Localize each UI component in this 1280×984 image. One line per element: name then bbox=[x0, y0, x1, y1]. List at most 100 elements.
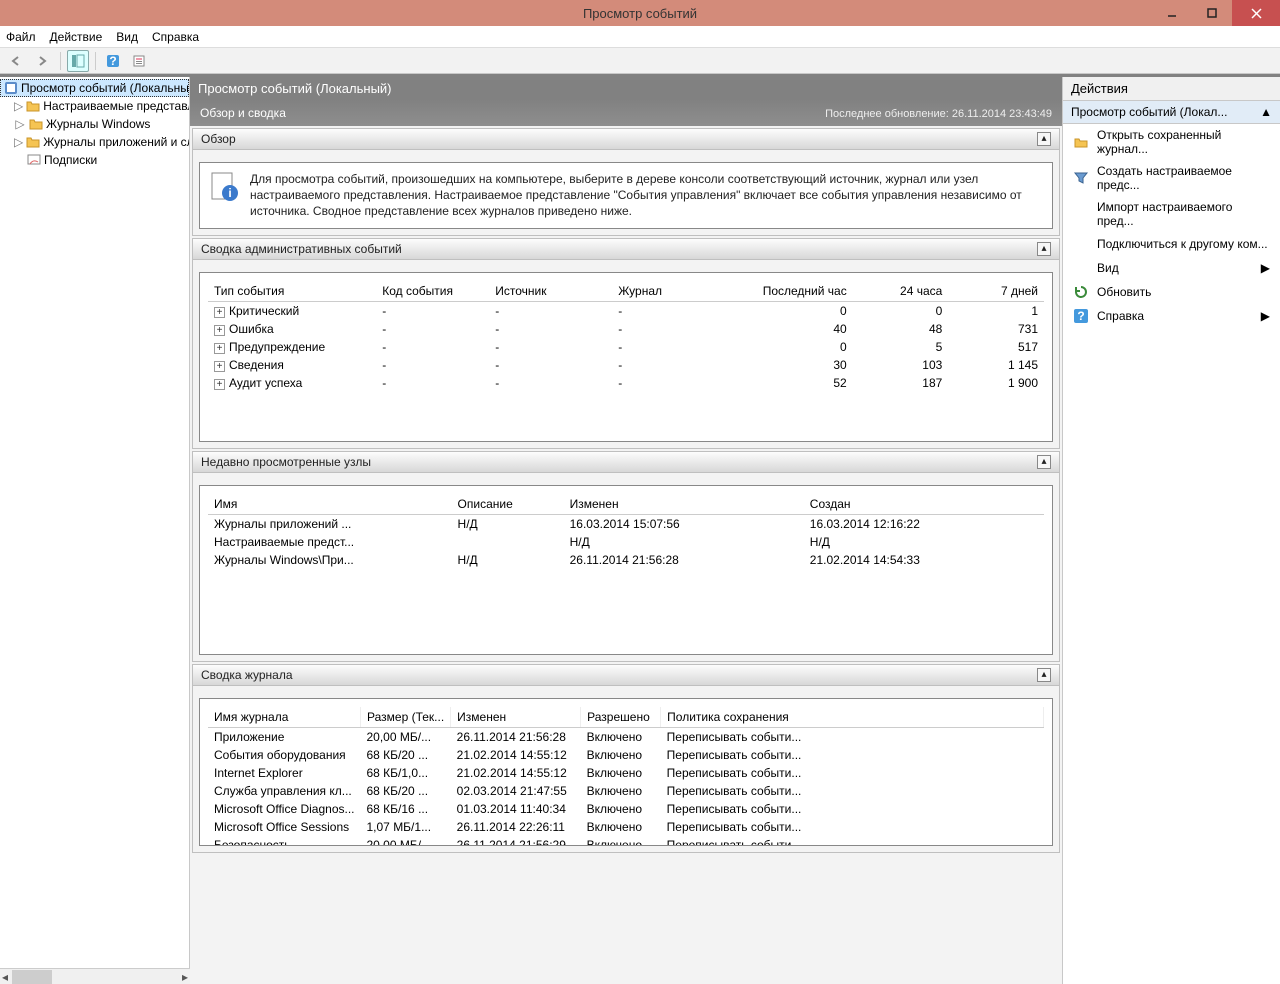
svg-text:i: i bbox=[228, 186, 231, 200]
submenu-arrow-icon: ▶ bbox=[1261, 261, 1270, 275]
expand-plus-icon[interactable]: + bbox=[214, 379, 225, 390]
menu-action[interactable]: Действие bbox=[50, 30, 103, 44]
col-24h[interactable]: 24 часа bbox=[853, 281, 949, 302]
toolbar-showtree[interactable] bbox=[67, 50, 89, 72]
table-row[interactable]: +Сведения---301031 145 bbox=[208, 356, 1044, 374]
table-row[interactable]: Настраиваемые предст...Н/ДН/Д bbox=[208, 533, 1044, 551]
col-enabled[interactable]: Разрешено bbox=[581, 707, 661, 728]
tree-app-logs[interactable]: ▷ Журналы приложений и служб bbox=[0, 133, 189, 151]
tree-label: Подписки bbox=[44, 153, 97, 167]
close-button[interactable] bbox=[1232, 0, 1280, 26]
event-viewer-icon bbox=[3, 80, 19, 96]
table-row[interactable]: +Критический---001 bbox=[208, 301, 1044, 320]
tree-scrollbar[interactable]: ◂▸ bbox=[0, 968, 190, 984]
table-row[interactable]: +Ошибка---4048731 bbox=[208, 320, 1044, 338]
action-create-custom-view[interactable]: Создать настраиваемое предс... bbox=[1063, 160, 1280, 196]
table-row[interactable]: Журналы Windows\При...Н/Д26.11.2014 21:5… bbox=[208, 551, 1044, 569]
collapse-icon[interactable]: ▴ bbox=[1037, 668, 1051, 682]
table-row[interactable]: Internet Explorer68 КБ/1,0...21.02.2014 … bbox=[208, 764, 1044, 782]
col-desc[interactable]: Описание bbox=[452, 494, 564, 515]
tree-subscriptions[interactable]: Подписки bbox=[0, 151, 189, 169]
log-table-container[interactable]: Имя журнала Размер (Тек... Изменен Разре… bbox=[199, 698, 1053, 846]
blank-icon bbox=[1073, 236, 1089, 252]
titlebar: Просмотр событий bbox=[0, 0, 1280, 26]
col-log[interactable]: Журнал bbox=[612, 281, 721, 302]
col-eventid[interactable]: Код события bbox=[376, 281, 489, 302]
menu-view[interactable]: Вид bbox=[116, 30, 138, 44]
table-row[interactable]: Приложение20,00 МБ/...26.11.2014 21:56:2… bbox=[208, 727, 1044, 746]
col-source[interactable]: Источник bbox=[489, 281, 612, 302]
action-label: Вид bbox=[1097, 261, 1119, 275]
filter-icon bbox=[1073, 170, 1089, 186]
folder-icon bbox=[28, 116, 44, 132]
action-label: Обновить bbox=[1097, 285, 1151, 299]
tree-label: Журналы приложений и служб bbox=[43, 135, 189, 149]
expand-plus-icon[interactable]: + bbox=[214, 361, 225, 372]
table-row[interactable]: Microsoft Office Sessions1,07 МБ/1...26.… bbox=[208, 818, 1044, 836]
collapse-icon[interactable]: ▴ bbox=[1037, 455, 1051, 469]
col-7d[interactable]: 7 дней bbox=[948, 281, 1044, 302]
action-import-custom-view[interactable]: Импорт настраиваемого пред... bbox=[1063, 196, 1280, 232]
expand-plus-icon[interactable]: + bbox=[214, 325, 225, 336]
action-label: Справка bbox=[1097, 309, 1144, 323]
expand-icon[interactable]: ▷ bbox=[14, 99, 23, 113]
tree-root[interactable]: Просмотр событий (Локальный) bbox=[0, 79, 189, 97]
minimize-button[interactable] bbox=[1152, 0, 1192, 26]
table-row[interactable]: Служба управления кл...68 КБ/20 ...02.03… bbox=[208, 782, 1044, 800]
overview-title: Обзор bbox=[201, 132, 236, 146]
collapse-up-icon[interactable]: ▲ bbox=[1260, 105, 1272, 119]
table-row[interactable]: Журналы приложений ...Н/Д16.03.2014 15:0… bbox=[208, 514, 1044, 533]
table-row[interactable]: Microsoft Office Diagnos...68 КБ/16 ...0… bbox=[208, 800, 1044, 818]
blank-icon bbox=[1073, 260, 1089, 276]
col-policy[interactable]: Политика сохранения bbox=[661, 707, 1044, 728]
tree-root-label: Просмотр событий (Локальный) bbox=[21, 81, 189, 95]
action-connect-computer[interactable]: Подключиться к другому ком... bbox=[1063, 232, 1280, 256]
expand-icon[interactable]: ▷ bbox=[14, 117, 26, 131]
actions-context[interactable]: Просмотр событий (Локал... ▲ bbox=[1063, 101, 1280, 124]
menu-file[interactable]: Файл bbox=[6, 30, 36, 44]
col-modified[interactable]: Изменен bbox=[451, 707, 581, 728]
admin-header[interactable]: Сводка административных событий ▴ bbox=[193, 239, 1059, 260]
col-logname[interactable]: Имя журнала bbox=[208, 707, 361, 728]
expand-plus-icon[interactable]: + bbox=[214, 343, 225, 354]
tree-windows-logs[interactable]: ▷ Журналы Windows bbox=[0, 115, 189, 133]
menu-help[interactable]: Справка bbox=[152, 30, 199, 44]
action-refresh[interactable]: Обновить bbox=[1063, 280, 1280, 304]
recent-header[interactable]: Недавно просмотренные узлы ▴ bbox=[193, 452, 1059, 473]
toolbar-help[interactable]: ? bbox=[102, 50, 124, 72]
recent-title: Недавно просмотренные узлы bbox=[201, 455, 371, 469]
col-name[interactable]: Имя bbox=[208, 494, 452, 515]
collapse-icon[interactable]: ▴ bbox=[1037, 242, 1051, 256]
expand-icon[interactable]: ▷ bbox=[14, 135, 23, 149]
logs-table: Имя журнала Размер (Тек... Изменен Разре… bbox=[208, 707, 1044, 846]
expand-plus-icon[interactable]: + bbox=[214, 307, 225, 318]
col-size[interactable]: Размер (Тек... bbox=[361, 707, 451, 728]
action-open-saved-log[interactable]: Открыть сохраненный журнал... bbox=[1063, 124, 1280, 160]
action-label: Открыть сохраненный журнал... bbox=[1097, 128, 1270, 156]
folder-icon bbox=[25, 98, 41, 114]
center-title-bar: Обзор и сводка Последнее обновление: 26.… bbox=[190, 100, 1062, 126]
action-help[interactable]: ?Справка▶ bbox=[1063, 304, 1280, 328]
col-type[interactable]: Тип события bbox=[208, 281, 376, 302]
table-row[interactable]: +Предупреждение---05517 bbox=[208, 338, 1044, 356]
tree-custom-views[interactable]: ▷ Настраиваемые представления bbox=[0, 97, 189, 115]
toolbar-forward[interactable] bbox=[32, 50, 54, 72]
toolbar: ? bbox=[0, 48, 1280, 74]
table-row[interactable]: +Аудит успеха---521871 900 bbox=[208, 374, 1044, 392]
col-lasthour[interactable]: Последний час bbox=[722, 281, 853, 302]
action-label: Создать настраиваемое предс... bbox=[1097, 164, 1270, 192]
logs-header[interactable]: Сводка журнала ▴ bbox=[193, 665, 1059, 686]
overview-header[interactable]: Обзор ▴ bbox=[193, 129, 1059, 150]
toolbar-back[interactable] bbox=[6, 50, 28, 72]
action-view[interactable]: Вид ▶ bbox=[1063, 256, 1280, 280]
action-label: Подключиться к другому ком... bbox=[1097, 237, 1268, 251]
collapse-icon[interactable]: ▴ bbox=[1037, 132, 1051, 146]
col-created[interactable]: Создан bbox=[804, 494, 1044, 515]
maximize-button[interactable] bbox=[1192, 0, 1232, 26]
tree-pane: Просмотр событий (Локальный) ▷ Настраива… bbox=[0, 77, 190, 984]
table-row[interactable]: События оборудования68 КБ/20 ...21.02.20… bbox=[208, 746, 1044, 764]
table-row[interactable]: Безопасность20,00 МБ/...26.11.2014 21:56… bbox=[208, 836, 1044, 846]
recent-table: Имя Описание Изменен Создан Журналы прил… bbox=[208, 494, 1044, 569]
col-modified[interactable]: Изменен bbox=[564, 494, 804, 515]
toolbar-props[interactable] bbox=[128, 50, 150, 72]
